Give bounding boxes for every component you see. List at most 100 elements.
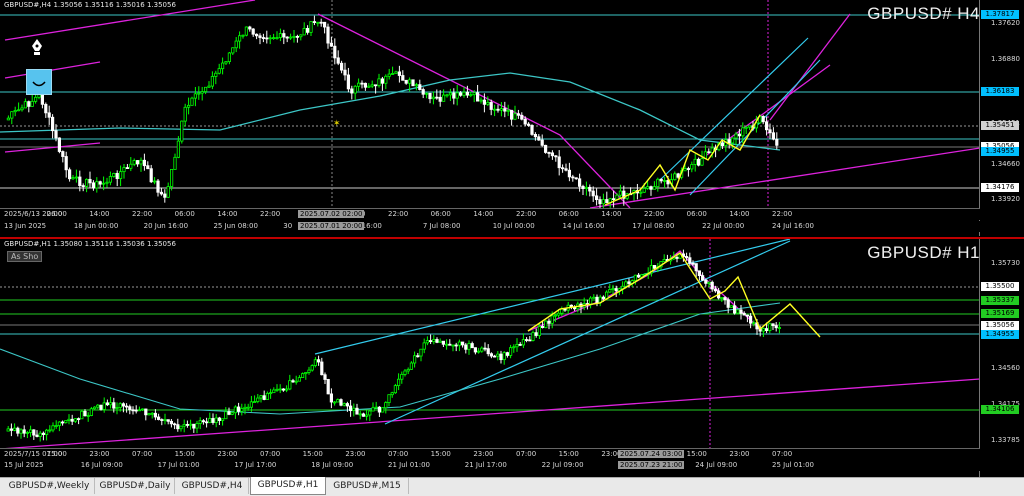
candle-body	[180, 120, 184, 142]
price-tick-label: 1.36880	[991, 55, 1020, 63]
tab-gbpusd-daily[interactable]: GBPUSD#,Daily	[96, 478, 175, 494]
time-tick-label: 06:00	[430, 210, 451, 218]
time-tick-label: 13 Jun 2025	[4, 222, 47, 230]
candle-body	[38, 432, 42, 437]
as-show-button[interactable]: As Sho	[7, 251, 43, 262]
candle-body	[731, 137, 735, 144]
candle-body	[451, 344, 455, 347]
candle-body	[457, 341, 462, 346]
time-tick-label: 06:00	[46, 210, 67, 218]
candle-body	[166, 186, 170, 198]
candle-body	[598, 199, 602, 205]
price-tag: 1.35451	[981, 121, 1019, 130]
candle-body	[675, 257, 679, 259]
candle-body	[422, 342, 426, 350]
candle-body	[553, 314, 558, 317]
candle-body	[467, 343, 471, 350]
candle-body	[240, 408, 244, 412]
candle-body	[690, 164, 694, 170]
candle-body	[595, 296, 599, 304]
candle-body	[502, 352, 506, 361]
candle-body	[300, 373, 305, 378]
candle-body	[771, 323, 775, 327]
candle-body	[57, 137, 62, 152]
candle-body	[414, 84, 419, 87]
candle-body	[733, 305, 737, 314]
candle-body	[515, 343, 519, 348]
price-tick-label: 1.34560	[991, 364, 1020, 372]
candle-body	[704, 279, 708, 284]
smile-icon[interactable]	[26, 69, 52, 95]
h4-plot-area[interactable]: ✶	[0, 0, 980, 222]
candle-body	[339, 399, 343, 406]
candle-body	[653, 265, 657, 269]
candle-body	[673, 173, 677, 181]
candle-body	[121, 403, 125, 407]
candle-body	[701, 275, 705, 281]
candle-body	[281, 388, 286, 391]
candle-body	[258, 35, 262, 38]
candle-body	[428, 92, 432, 100]
candle-body	[530, 125, 534, 135]
candle-body	[771, 132, 776, 140]
candle-body	[47, 112, 51, 118]
candle-body	[441, 94, 446, 102]
time-tick-label: 30	[283, 222, 293, 230]
candle-body	[432, 339, 436, 343]
candle-body	[397, 71, 402, 76]
candle-body	[319, 21, 323, 24]
time-tick-label: 25 Jul 01:00	[772, 461, 814, 469]
candle-body	[486, 348, 490, 355]
candle-body	[125, 405, 129, 408]
candle-body	[550, 152, 555, 157]
candle-body	[777, 327, 782, 329]
h1-plot-area[interactable]	[0, 239, 980, 454]
candle-body	[34, 96, 38, 102]
candle-body	[574, 177, 578, 180]
tab-gbpusd-h1[interactable]: GBPUSD#,H1	[250, 477, 326, 495]
candle-body	[416, 355, 420, 358]
price-tag: 1.35337	[981, 296, 1019, 305]
tab-gbpusd-m15[interactable]: GBPUSD#,M15	[326, 478, 409, 494]
candle-body	[364, 414, 369, 417]
tab-gbpusd-h4[interactable]: GBPUSD#,H4	[176, 478, 249, 494]
tab-gbpusd-weekly[interactable]: GBPUSD#,Weekly	[4, 478, 95, 494]
candle-body	[291, 380, 295, 383]
candle-body	[112, 173, 116, 177]
candle-body	[713, 288, 718, 292]
candle-body	[183, 106, 187, 122]
candle-body	[578, 178, 582, 187]
h4-price-axis[interactable]: 1.37620 1.36880 1.35451 1.34660 1.33920 1.378…	[979, 0, 1024, 236]
candle-body	[741, 127, 745, 137]
candle-body	[403, 370, 407, 375]
candle-body	[384, 402, 388, 409]
h1-price-axis[interactable]: 1.35730 1.34560 1.34175 1.33785 1.35500 1.353…	[979, 239, 1024, 479]
candle-body	[624, 281, 628, 287]
candle-body	[460, 341, 465, 346]
candle-body	[448, 343, 452, 346]
candle-body	[156, 416, 161, 420]
candle-body	[41, 432, 46, 435]
pen-icon[interactable]	[30, 38, 44, 58]
candle-body	[537, 136, 541, 141]
candle-body	[224, 61, 228, 64]
candle-body	[156, 180, 160, 193]
candle-body	[521, 339, 526, 346]
h1-chart-pane[interactable]: GBPUSD#,H1 1.35080 1.35116 1.35036 1.350…	[0, 237, 1024, 479]
candle-body	[428, 340, 433, 343]
candle-body	[561, 167, 565, 170]
candle-body	[541, 326, 545, 328]
candle-body	[612, 198, 616, 201]
candle-body	[144, 408, 148, 416]
candle-body	[275, 37, 279, 40]
candle-body	[406, 368, 410, 372]
h4-chart-pane[interactable]: ✶ GBPUSD#,H4 1.35056 1.35116 1.35016 1.3…	[0, 0, 1024, 236]
time-tick-label: 06:00	[558, 210, 579, 218]
candle-body	[214, 72, 218, 77]
candle-body	[483, 347, 487, 350]
candle-body	[686, 168, 691, 170]
candle-body	[358, 413, 362, 416]
time-tick-label: 22:00	[644, 210, 665, 218]
candle-body	[499, 353, 503, 361]
candle-body	[160, 419, 164, 421]
